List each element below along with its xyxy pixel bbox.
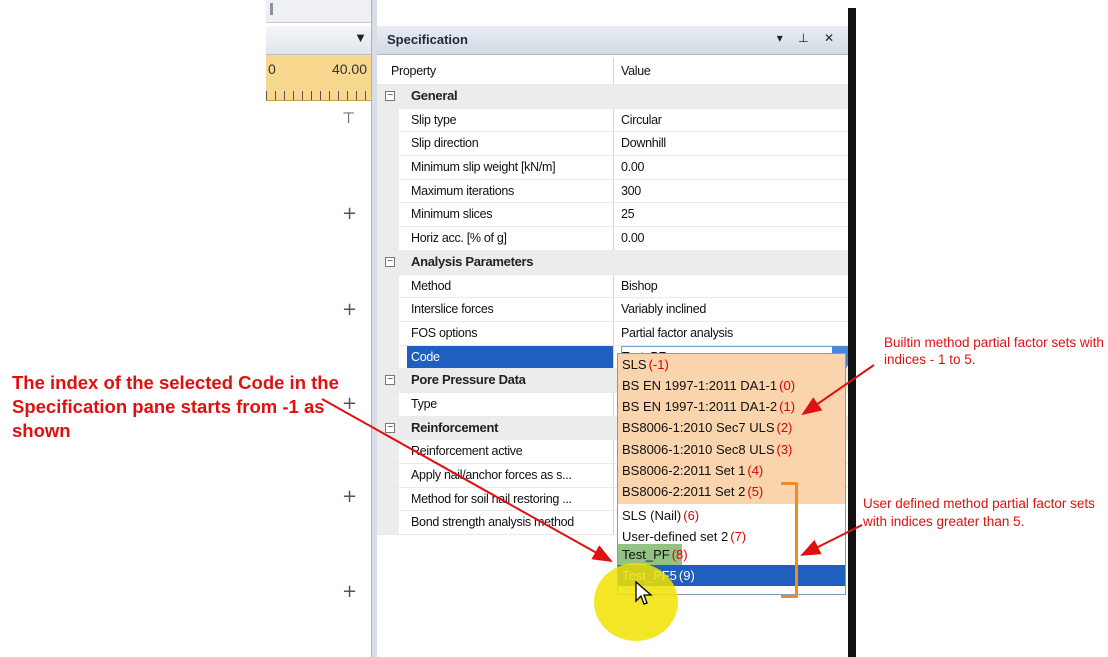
- annotation-arrows: [321, 364, 875, 562]
- arrow-user: [800, 524, 863, 556]
- arrow-builtin: [801, 364, 875, 416]
- arrow-left-to-test-pf: [321, 398, 613, 562]
